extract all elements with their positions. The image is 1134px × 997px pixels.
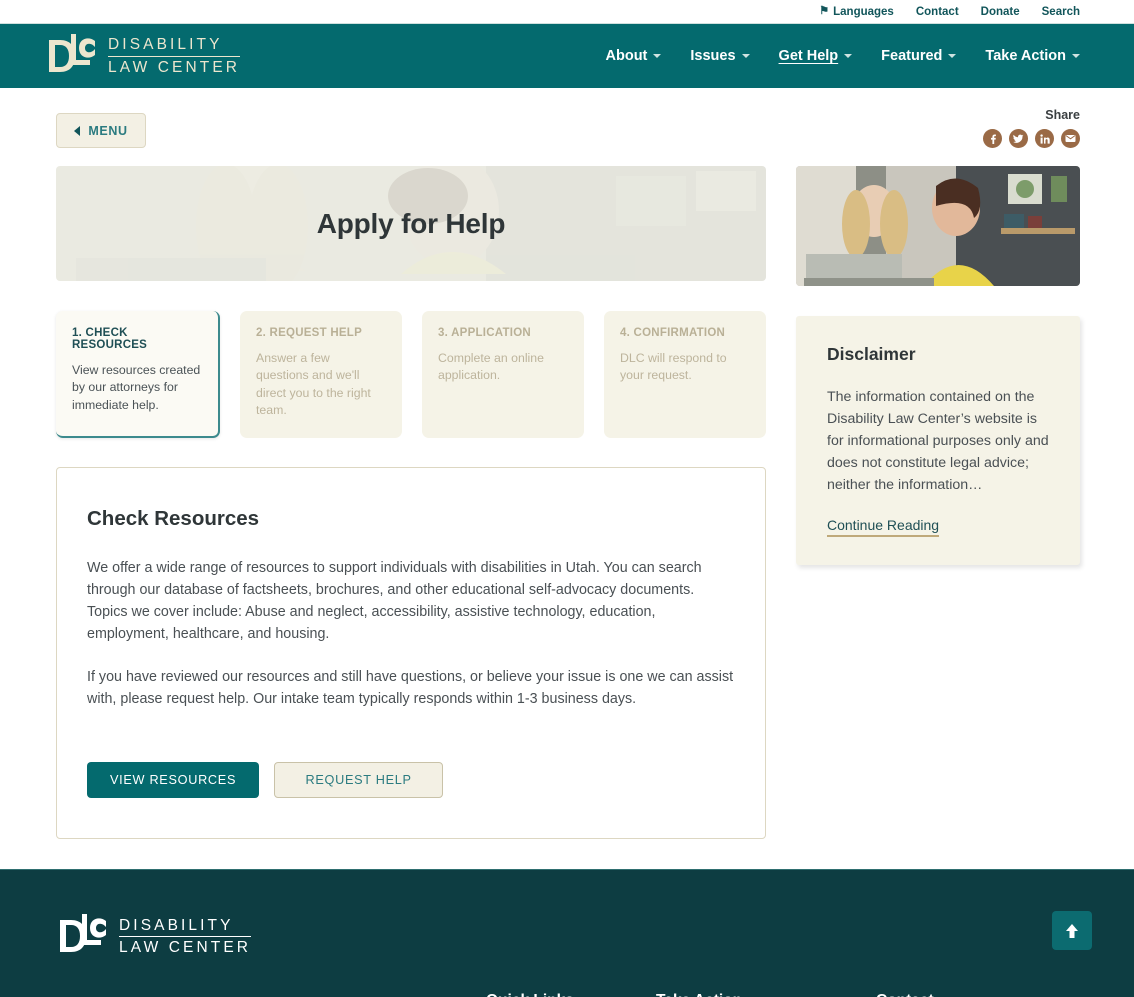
footer-logo[interactable]: DISABILITY LAW CENTER xyxy=(56,912,486,961)
chevron-down-icon xyxy=(1072,54,1080,58)
disclaimer-text: The information contained on the Disabil… xyxy=(827,389,1049,493)
dlc-monogram-icon xyxy=(56,912,110,961)
site-header: DISABILITY LAW CENTER About Issues Get H… xyxy=(0,23,1134,88)
request-help-button[interactable]: REQUEST HELP xyxy=(274,761,444,798)
disclaimer-heading: Disclaimer xyxy=(827,344,916,364)
facebook-icon[interactable] xyxy=(983,129,1002,148)
nav-item-featured[interactable]: Featured xyxy=(881,45,957,67)
nav-item-label: Issues xyxy=(690,48,736,64)
linkedin-icon[interactable] xyxy=(1035,129,1054,148)
step-title: 1. CHECK RESOURCES xyxy=(72,327,148,351)
logo-line-2: LAW CENTER xyxy=(108,58,241,76)
utility-link-languages[interactable]: ⚑ Languages xyxy=(819,6,894,18)
nav-item-take-action[interactable]: Take Action xyxy=(985,45,1080,67)
chevron-down-icon xyxy=(653,54,662,58)
utility-link-label: Donate xyxy=(980,5,1020,18)
step-card-confirmation[interactable]: 4. CONFIRMATION DLC will respond to your… xyxy=(604,311,766,438)
footer-column-take-action: Take Action xyxy=(656,912,876,997)
dlc-monogram-icon xyxy=(45,32,99,81)
step-title: 4. CONFIRMATION xyxy=(620,327,726,339)
site-logo[interactable]: DISABILITY LAW CENTER xyxy=(45,32,241,81)
step-body: Answer a few questions and we'll direct … xyxy=(256,351,371,418)
page-title: Apply for Help xyxy=(316,207,506,239)
utility-bar: ⚑ Languages Contact Donate Search xyxy=(0,0,1134,23)
chevron-down-icon xyxy=(948,54,957,58)
chevron-down-icon xyxy=(844,54,853,58)
page-body: Apply for Help 1. CHECK RESOURCES View r… xyxy=(0,166,1134,839)
footer-grid: DISABILITY LAW CENTER The Disability Law… xyxy=(56,912,1080,997)
main-navigation: About Issues Get Help Featured Take Acti… xyxy=(606,45,1080,67)
email-icon[interactable] xyxy=(1061,129,1080,148)
menu-button[interactable]: MENU xyxy=(56,113,146,148)
sidebar-column: Disclaimer The information contained on … xyxy=(796,166,1080,565)
utility-link-label: Languages xyxy=(833,5,894,18)
step-body: View resources created by our attorneys … xyxy=(72,363,201,412)
nav-item-get-help[interactable]: Get Help xyxy=(779,45,853,67)
view-resources-button[interactable]: VIEW RESOURCES xyxy=(87,761,260,798)
sidebar-photo xyxy=(796,166,1080,286)
utility-link-search[interactable]: Search xyxy=(1042,6,1080,18)
footer-column-heading: Take Action xyxy=(656,992,876,997)
step-card-request-help[interactable]: 2. REQUEST HELP Answer a few questions a… xyxy=(240,311,402,438)
share-label: Share xyxy=(1045,108,1080,122)
cta-button-row: VIEW RESOURCES REQUEST HELP xyxy=(87,761,735,798)
subheader: MENU Share xyxy=(0,88,1134,166)
nav-item-label: Featured xyxy=(881,48,943,64)
progress-steps: 1. CHECK RESOURCES View resources create… xyxy=(56,311,766,438)
footer-column-heading: Quick Links xyxy=(486,992,656,997)
logo-line-1: DISABILITY xyxy=(119,916,234,934)
logo-wordmark: DISABILITY LAW CENTER xyxy=(108,36,241,76)
share-block: Share xyxy=(983,108,1080,148)
step-card-application[interactable]: 3. APPLICATION Complete an online applic… xyxy=(422,311,584,438)
chevron-down-icon xyxy=(741,54,750,58)
site-footer: DISABILITY LAW CENTER The Disability Law… xyxy=(0,869,1134,997)
step-title: 3. APPLICATION xyxy=(438,327,531,339)
utility-link-label: Contact xyxy=(915,5,959,18)
flag-icon: ⚑ xyxy=(819,5,830,17)
arrow-up-icon xyxy=(1066,923,1078,938)
utility-link-donate[interactable]: Donate xyxy=(981,6,1020,18)
two-women-laptop-photo xyxy=(796,166,1080,286)
hero-banner: Apply for Help xyxy=(56,166,766,281)
menu-button-label: MENU xyxy=(88,123,128,138)
content-card: Check Resources We offer a wide range of… xyxy=(56,466,766,839)
utility-link-label: Search xyxy=(1041,5,1080,18)
share-icon-list xyxy=(983,129,1080,148)
step-card-check-resources[interactable]: 1. CHECK RESOURCES View resources create… xyxy=(56,311,220,438)
step-body: DLC will respond to your request. xyxy=(620,351,727,383)
continue-reading-link[interactable]: Continue Reading xyxy=(827,517,940,537)
nav-item-issues[interactable]: Issues xyxy=(690,45,750,67)
twitter-icon[interactable] xyxy=(1009,129,1028,148)
utility-link-contact[interactable]: Contact xyxy=(916,6,959,18)
footer-column-quick-links: Quick Links xyxy=(486,912,656,997)
main-column: Apply for Help 1. CHECK RESOURCES View r… xyxy=(56,166,766,839)
footer-column-contact: Contact xyxy=(876,912,1076,997)
chevron-left-icon xyxy=(74,125,81,136)
content-paragraph-2: If you have reviewed our resources and s… xyxy=(87,668,734,707)
content-heading: Check Resources xyxy=(87,506,260,530)
disclaimer-card: Disclaimer The information contained on … xyxy=(796,316,1080,565)
step-title: 2. REQUEST HELP xyxy=(256,327,362,339)
footer-brand: DISABILITY LAW CENTER The Disability Law… xyxy=(56,912,486,997)
logo-line-2: LAW CENTER xyxy=(119,939,252,956)
footer-logo-wordmark: DISABILITY LAW CENTER xyxy=(119,916,252,956)
nav-item-label: Get Help xyxy=(778,48,839,64)
scroll-to-top-button[interactable] xyxy=(1052,911,1092,950)
nav-item-label: Take Action xyxy=(985,48,1066,64)
content-paragraph-1: We offer a wide range of resources to su… xyxy=(87,559,702,642)
nav-item-label: About xyxy=(605,48,648,64)
nav-item-about[interactable]: About xyxy=(606,45,662,67)
logo-line-1: DISABILITY xyxy=(108,36,223,53)
logo-divider xyxy=(119,936,252,937)
logo-divider xyxy=(108,55,241,57)
step-body: Complete an online application. xyxy=(438,351,544,383)
footer-column-heading: Contact xyxy=(876,992,1076,997)
